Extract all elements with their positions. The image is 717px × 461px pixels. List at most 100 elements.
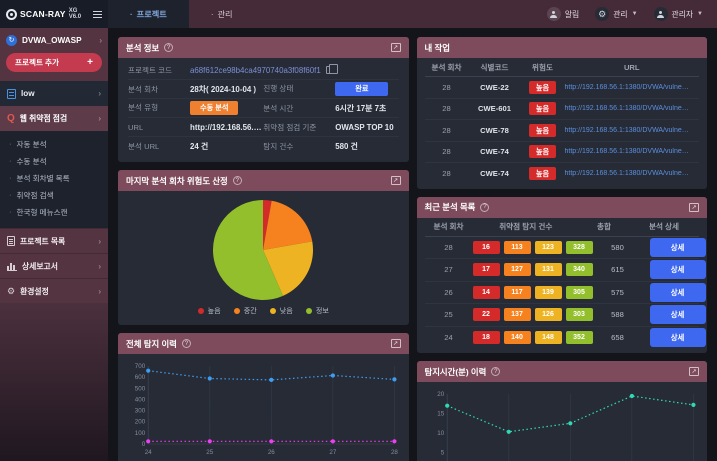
sidebar-item-label: 프로젝트 목록	[20, 236, 66, 246]
submenu-item-label: 자동 분석	[16, 140, 47, 149]
task-severity: 높음	[521, 123, 565, 137]
chart-data-point	[690, 402, 696, 407]
sidebar: SCAN-RAY XG V6.0 ↻ DVWA_OWASP › 프로젝트 추가 …	[0, 0, 108, 461]
chevron-down-icon: ▼	[697, 11, 703, 17]
user-menu-button[interactable]: 관리자 ▼	[653, 7, 703, 21]
detection-time-chart: 051015202425262728	[437, 391, 696, 461]
submenu-item[interactable]: · 수동 분석	[0, 153, 108, 170]
sidebar-item-report[interactable]: 상세보고서 ›	[0, 253, 108, 278]
my-tasks-table: 분석 회차 식별코드 위험도 URL 28 CWE-22 높음 http://192.…	[417, 58, 708, 189]
task-url-link[interactable]: http://192.168.56.1:1380/DVWA/vulnerabil…	[565, 127, 700, 134]
notifications-label: 알림	[564, 9, 580, 19]
task-cwe-code: CWE-22	[480, 82, 509, 92]
count-badge: 18	[472, 331, 500, 345]
expand-icon[interactable]: ↗	[390, 339, 401, 348]
chart-data-point	[392, 377, 397, 382]
count-badge: 123	[534, 240, 562, 254]
count-badge: 139	[534, 285, 562, 299]
recent-total: 615	[611, 265, 624, 275]
detail-button[interactable]: 상세	[649, 328, 706, 348]
detection-history-panel: 전체 탐지 이력 ? ↗ 0 100 200 300 400 500 600 700 24 25 2…	[118, 333, 409, 461]
info-icon[interactable]: ?	[480, 202, 490, 212]
count-badges: 22 137 126 303	[472, 308, 593, 322]
detail-button[interactable]: 상세	[649, 282, 706, 302]
detail-button[interactable]: 상세	[649, 237, 706, 257]
url-count-value: 24 건	[190, 142, 209, 151]
my-tasks-rows: 28 CWE-22 높음 http://192.168.56.1:1380/DVWA/…	[424, 77, 700, 185]
expand-icon[interactable]: ↗	[390, 43, 401, 52]
scan-type-badge: 수동 분석	[190, 101, 239, 115]
tab-admin[interactable]: · 관리	[189, 0, 255, 28]
submenu-item[interactable]: · 취약점 검색	[0, 187, 108, 204]
task-row: 28 CWE-22 높음 http://192.168.56.1:1380/DVWA/…	[424, 77, 700, 99]
sidebar-item-web-vuln-scan[interactable]: Q 웹 취약점 점검 ›	[0, 106, 108, 131]
info-icon[interactable]: ?	[164, 43, 174, 52]
chart-data-point	[269, 439, 274, 444]
tab-project[interactable]: · 프로젝트	[108, 0, 189, 28]
recent-analysis-row: 28 16 113 123 328 580 상세	[424, 237, 706, 259]
chart-data-point	[269, 377, 274, 382]
task-row: 28 CWE-601 높음 http://192.168.56.1:1380/DVWA…	[424, 99, 700, 120]
severity-badge: 높음	[528, 102, 557, 116]
duration-value: 6시간 17분 7초	[335, 103, 387, 113]
recent-action: 상세	[643, 328, 708, 348]
svg-text:300: 300	[135, 408, 146, 415]
field-label: 프로젝트 코드	[128, 65, 173, 75]
panel-header: 분석 정보 ? ↗	[118, 37, 409, 58]
task-cwe-code: CWE-78	[480, 125, 509, 135]
notifications-button[interactable]: 알림	[546, 7, 580, 21]
expand-icon[interactable]: ↗	[390, 176, 401, 185]
field-row: URL http://192.168.56.1:1380/DVWA 취약점 점검…	[128, 118, 399, 137]
task-round: 28	[442, 104, 451, 114]
admin-menu-button[interactable]: ⚙ 관리 ▼	[595, 7, 638, 21]
legend-dot	[233, 308, 240, 314]
detail-button[interactable]: 상세	[649, 305, 706, 325]
count-badge: 352	[565, 331, 593, 345]
panel-header: 최근 분석 목록 ? ↗	[416, 196, 707, 218]
sidebar-item-profile[interactable]: low ›	[0, 81, 108, 106]
info-icon[interactable]: ?	[232, 176, 242, 185]
task-severity: 높음	[521, 80, 565, 94]
expand-icon[interactable]: ↗	[689, 367, 699, 376]
round-value: 28차( 2024-10-04 )	[190, 84, 257, 94]
field-row: 분석 회차 28차( 2024-10-04 ) 진행 상태 완료	[128, 80, 399, 99]
task-url-link[interactable]: http://192.168.56.1:1380/DVWA/vulnerabil…	[565, 105, 700, 112]
task-severity: 높음	[521, 167, 565, 181]
pie-slice	[263, 200, 313, 250]
task-url-link[interactable]: http://192.168.56.1:1380/DVWA/vulnerabil…	[565, 148, 700, 155]
chart-data-point	[146, 368, 151, 373]
col-total: 총합	[597, 222, 611, 231]
submenu-item[interactable]: · 분석 회차별 목록	[0, 170, 108, 187]
info-icon[interactable]: ?	[181, 339, 191, 348]
task-url-link[interactable]: http://192.168.56.1:1380/DVWA/vulnerabil…	[565, 84, 700, 91]
svg-text:24: 24	[145, 449, 152, 456]
sidebar-item-project[interactable]: ↻ DVWA_OWASP ›	[6, 35, 102, 46]
menu-toggle-icon[interactable]	[92, 10, 102, 18]
sidebar-item-settings[interactable]: ⚙ 환경설정 ›	[0, 278, 108, 303]
detail-button[interactable]: 상세	[649, 260, 706, 280]
task-severity: 높음	[521, 102, 565, 116]
line-chart-body: 01002003004005006007002425262728 분석 URL탐…	[118, 354, 409, 461]
submenu-item[interactable]: · 한국형 메뉴스캔	[0, 204, 108, 221]
copy-icon[interactable]	[325, 64, 338, 74]
sidebar-item-project-list[interactable]: 프로젝트 목록 ›	[0, 228, 108, 253]
panel-header: 전체 탐지 이력 ? ↗	[118, 333, 409, 354]
task-cwe-code: CWE-74	[480, 169, 509, 179]
recent-round: 26	[444, 287, 453, 297]
sidebar-project-block: ↻ DVWA_OWASP › 프로젝트 추가 +	[0, 28, 108, 81]
count-badge: 137	[503, 308, 531, 322]
task-url-link[interactable]: http://192.168.56.1:1380/DVWA/vulnerabil…	[565, 170, 700, 177]
info-icon[interactable]: ?	[491, 367, 501, 376]
panel-title: 마지막 분석 회차 위험도 산정	[126, 175, 228, 186]
recent-analysis-row: 24 18 140 148 352 658 상세	[425, 327, 706, 350]
field-label: 취약점 점검 기준	[263, 122, 317, 132]
count-badge: 305	[565, 285, 593, 299]
chevron-right-icon: ›	[98, 261, 101, 271]
svg-text:700: 700	[135, 363, 146, 370]
legend-item: 낮음	[269, 306, 293, 316]
count-badge: 14	[472, 285, 500, 299]
expand-icon[interactable]: ↗	[689, 202, 699, 212]
recent-analysis-panel: 최근 분석 목록 ? ↗ 분석 회차 취약점 탐지 건수 총합 분석 상세 28…	[416, 196, 707, 353]
submenu-item[interactable]: · 자동 분석	[0, 136, 108, 153]
add-project-button[interactable]: 프로젝트 추가 +	[6, 53, 102, 72]
